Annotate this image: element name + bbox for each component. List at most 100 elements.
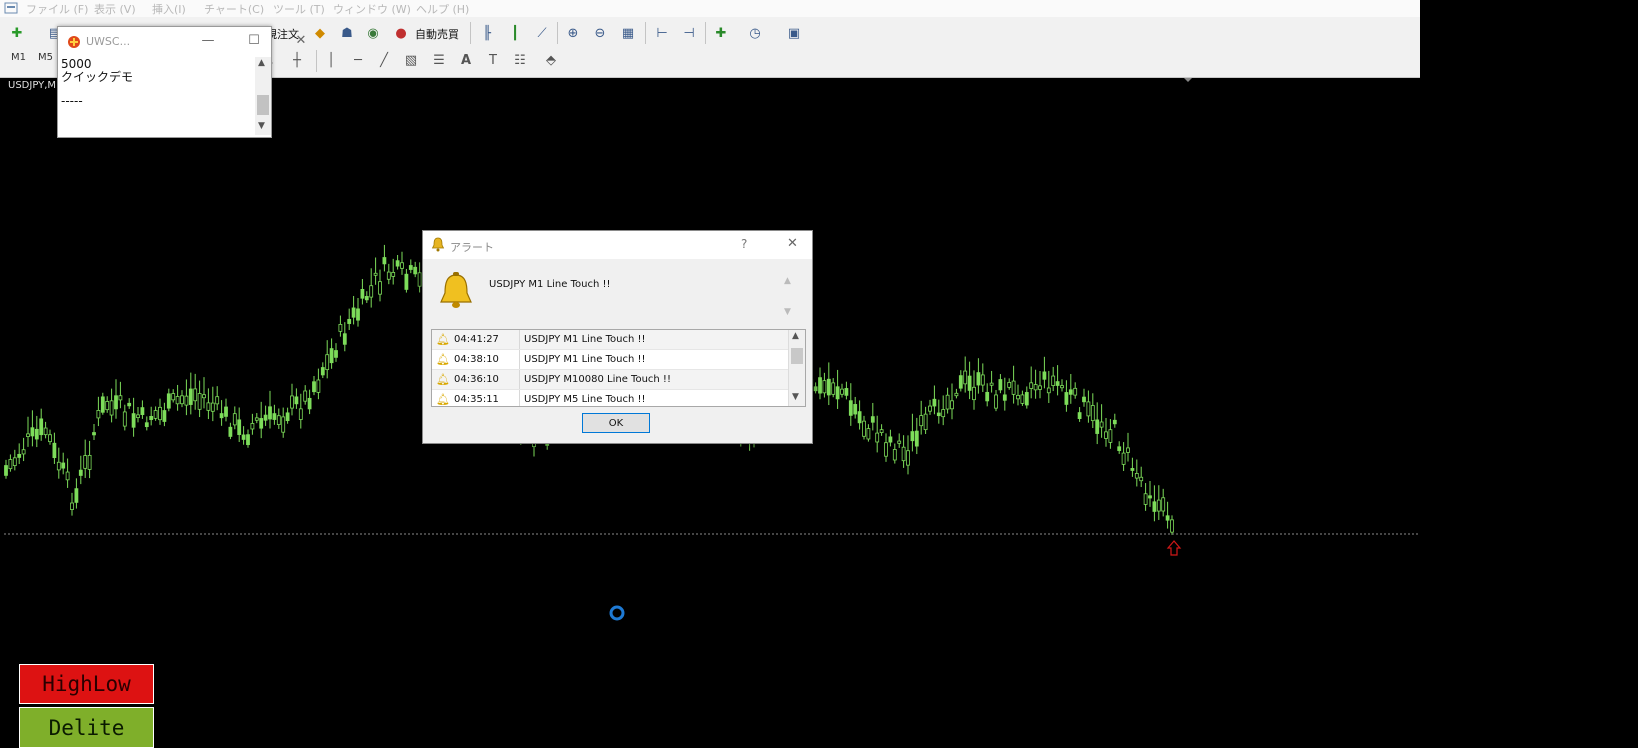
candle-body xyxy=(224,406,228,417)
uwsc-scrollbar[interactable]: ▲ ▼ xyxy=(255,57,271,135)
list-item[interactable]: 🔔︎ 04:35:11 USDJPY M5 Line Touch !! xyxy=(432,390,789,406)
delite-button[interactable]: Delite xyxy=(19,707,154,748)
candle-body xyxy=(1077,412,1082,419)
scroll-thumb[interactable] xyxy=(257,95,269,115)
auto-trade-icon[interactable]: ● xyxy=(390,22,412,44)
candle-body xyxy=(835,386,840,400)
toolbar-separator xyxy=(645,22,646,44)
candle-body xyxy=(1016,394,1020,400)
auto-scroll-icon[interactable]: ⊢ xyxy=(651,22,673,44)
indicators-icon[interactable]: ✚ xyxy=(710,22,732,44)
candle-body xyxy=(906,450,910,466)
candle-body xyxy=(1126,447,1130,453)
candle-body xyxy=(210,402,215,412)
candle-body xyxy=(96,410,101,419)
list-item[interactable]: 🔔︎ 04:41:27 USDJPY M1 Line Touch !! xyxy=(432,330,789,350)
tile-windows-icon[interactable]: ▦ xyxy=(617,22,639,44)
alert-row-message: USDJPY M5 Line Touch !! xyxy=(524,394,646,405)
channel-icon[interactable]: ▧ xyxy=(400,49,422,71)
menu-insert[interactable]: 挿入(I) xyxy=(152,1,186,17)
candlestick-icon[interactable]: ┃ xyxy=(504,22,526,44)
alert-time: 04:41:27 xyxy=(454,334,499,345)
list-item[interactable]: 🔔︎ 04:38:10 USDJPY M1 Line Touch !! xyxy=(432,350,789,370)
scroll-up-icon[interactable]: ▲ xyxy=(258,58,265,68)
candle-body xyxy=(325,354,330,371)
menu-tools[interactable]: ツール (T) xyxy=(273,1,325,17)
uwsc-titlebar[interactable]: UWSC... — ☐ ✕ xyxy=(58,27,306,56)
candle-body xyxy=(1134,473,1139,479)
candle-body xyxy=(34,428,39,440)
scroll-down-icon[interactable]: ▼ xyxy=(792,392,799,402)
arrows-icon[interactable]: ⬘ xyxy=(540,49,562,71)
new-chart-icon[interactable]: ✚ xyxy=(6,22,28,44)
ok-button[interactable]: OK xyxy=(582,413,650,433)
auto-trade-button[interactable]: 自動売買 xyxy=(415,26,459,42)
candle-body xyxy=(290,395,294,409)
candle-body xyxy=(1051,375,1056,386)
scroll-down-icon[interactable]: ▼ xyxy=(258,121,265,131)
alert-titlebar[interactable]: アラート ? ✕ xyxy=(423,231,812,259)
metaeditor-icon[interactable]: ◆ xyxy=(309,22,331,44)
gann-icon[interactable]: ☷ xyxy=(509,49,531,71)
candle-body xyxy=(109,400,114,416)
candle-body xyxy=(162,410,167,422)
candle-body xyxy=(320,367,325,376)
zoom-in-icon[interactable]: ⊕ xyxy=(562,22,584,44)
chart-shift-icon[interactable]: ⊣ xyxy=(678,22,700,44)
candle-body xyxy=(1165,515,1170,521)
text-label-icon[interactable]: T xyxy=(482,49,504,71)
scroll-thumb[interactable] xyxy=(791,348,803,364)
menu-help[interactable]: ヘルプ (H) xyxy=(416,1,469,17)
maximize-icon[interactable]: ☐ xyxy=(244,32,264,50)
close-icon[interactable]: ✕ xyxy=(787,236,798,251)
candle-body xyxy=(193,388,198,402)
list-item[interactable]: 🔔︎ 04:36:10 USDJPY M10080 Line Touch !! xyxy=(432,370,789,390)
highlow-button[interactable]: HighLow xyxy=(19,664,154,704)
market-icon[interactable]: ◉ xyxy=(362,22,384,44)
templates-icon[interactable]: ▣ xyxy=(783,22,805,44)
menu-file[interactable]: ファイル (F) xyxy=(26,1,88,17)
candle-body xyxy=(1046,387,1051,394)
help-button[interactable]: ? xyxy=(741,237,747,251)
timeframe-m5[interactable]: M5 xyxy=(38,52,53,63)
message-scroll-up-icon[interactable]: ▲ xyxy=(784,276,791,286)
candle-body xyxy=(857,411,862,424)
vertical-line-icon[interactable]: │ xyxy=(320,49,342,71)
candle-body xyxy=(919,415,924,427)
bar-chart-icon[interactable]: ╟ xyxy=(476,22,498,44)
periods-icon[interactable]: ◷ xyxy=(744,22,766,44)
uwsc-text-area[interactable]: 5000 クイックデモ ----- xyxy=(61,58,251,134)
bell-icon: 🔔︎ xyxy=(436,373,450,386)
zoom-out-icon[interactable]: ⊖ xyxy=(589,22,611,44)
toolbar-separator xyxy=(557,22,558,44)
uwsc-window[interactable]: UWSC... — ☐ ✕ 5000 クイックデモ ----- ▲ ▼ xyxy=(57,26,306,138)
scroll-up-icon[interactable]: ▲ xyxy=(792,331,799,341)
fibonacci-icon[interactable]: ☰ xyxy=(428,49,450,71)
minimize-icon[interactable]: — xyxy=(198,32,218,50)
column-divider xyxy=(519,330,520,349)
candle-body xyxy=(1156,499,1161,512)
line-chart-icon[interactable]: ⟋ xyxy=(531,22,553,44)
trendline-icon[interactable]: ╱ xyxy=(373,49,395,71)
alert-time: 04:35:11 xyxy=(454,394,499,405)
candle-body xyxy=(892,449,897,461)
candle-body xyxy=(254,417,259,421)
message-scroll-down-icon[interactable]: ▼ xyxy=(784,307,791,317)
signals-icon[interactable]: ☗ xyxy=(336,22,358,44)
list-scrollbar[interactable]: ▲ ▼ xyxy=(788,330,805,406)
horizontal-line-icon[interactable]: ─ xyxy=(347,49,369,71)
menu-window[interactable]: ウィンドウ (W) xyxy=(333,1,411,17)
text-icon[interactable]: A xyxy=(455,49,477,71)
menu-chart[interactable]: チャート(C) xyxy=(204,1,264,17)
candle-body xyxy=(118,395,123,401)
candle-body xyxy=(215,396,220,405)
alert-dialog[interactable]: アラート ? ✕ USDJPY M1 Line Touch !! ▲ ▼ 🔔︎ … xyxy=(422,230,813,444)
close-icon[interactable]: ✕ xyxy=(291,32,311,50)
candle-body xyxy=(972,386,976,401)
menu-view[interactable]: 表示 (V) xyxy=(94,1,136,17)
alert-history-list[interactable]: 🔔︎ 04:41:27 USDJPY M1 Line Touch !! 🔔︎ 0… xyxy=(431,329,806,407)
crosshair-icon[interactable]: ┼ xyxy=(286,49,308,71)
candle-body xyxy=(1024,392,1029,406)
candle-body xyxy=(967,375,972,391)
timeframe-m1[interactable]: M1 xyxy=(11,52,26,63)
